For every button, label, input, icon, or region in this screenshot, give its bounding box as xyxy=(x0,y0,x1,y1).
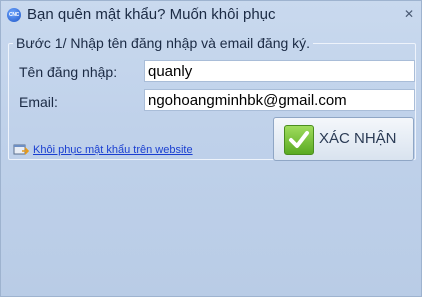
email-label: Email: xyxy=(19,94,58,110)
confirm-button[interactable]: XÁC NHẬN xyxy=(273,117,414,161)
web-link-icon[interactable] xyxy=(13,143,30,157)
title-bar[interactable]: CNC Bạn quên mật khẩu? Muốn khôi phục ✕ xyxy=(1,1,421,29)
website-recovery-link[interactable]: Khôi phục mật khẩu trên website xyxy=(33,144,193,156)
checkmark-icon xyxy=(284,125,314,155)
recovery-dialog: CNC Bạn quên mật khẩu? Muốn khôi phục ✕ … xyxy=(0,0,422,297)
step-legend: Bước 1/ Nhập tên đăng nhập và email đăng… xyxy=(16,35,311,51)
email-input[interactable]: ngohoangminhbk@gmail.com xyxy=(144,89,415,111)
username-label: Tên đăng nhập: xyxy=(19,64,118,80)
confirm-button-label: XÁC NHẬN xyxy=(319,130,397,147)
close-icon[interactable]: ✕ xyxy=(401,6,417,22)
app-logo-icon: CNC xyxy=(7,8,21,22)
username-input[interactable]: quanly xyxy=(144,60,415,82)
window-title: Bạn quên mật khẩu? Muốn khôi phục xyxy=(27,6,276,23)
